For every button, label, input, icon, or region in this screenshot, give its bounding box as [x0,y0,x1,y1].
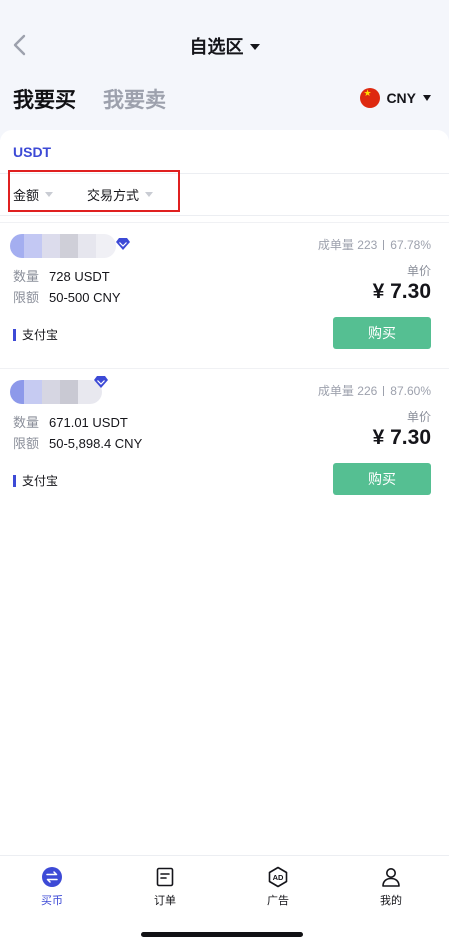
zone-selector[interactable]: 自选区 [0,33,449,59]
currency-selector[interactable]: CNY [360,86,431,110]
payment-label: 支付宝 [22,474,59,488]
payment-marker [13,328,16,341]
payment-method-filter[interactable]: 交易方式 [87,185,154,204]
payment-label: 支付宝 [22,328,59,342]
trade-count: 223 [357,238,378,252]
quantity-value: 671.01 USDT [49,415,128,430]
caret-down-icon [249,44,260,50]
completion-rate: 67.78% [390,238,431,252]
payment-marker [13,474,16,487]
payment-method: 支付宝 [13,326,58,343]
verified-diamond-icon [116,238,130,250]
trade-stats: 成单量 226 87.60% [318,382,431,399]
tab-sell[interactable]: 我要卖 [103,84,166,114]
limit-value: 50-5,898.4 CNY [49,436,143,451]
caret-down-icon [145,192,154,197]
price-value: ¥ 7.30 [372,426,431,449]
home-indicator [141,932,303,937]
trade-stats: 成单量 223 67.78% [318,236,431,253]
trades-label: 成单量 [317,238,354,252]
quantity-label: 数量 [13,415,40,430]
limit-value: 50-500 CNY [49,290,121,305]
nav-item-profile[interactable]: 我的 [361,866,421,908]
profile-icon [382,868,400,887]
order-icon [156,867,174,887]
limit-label: 限额 [13,290,40,305]
divider [0,215,449,216]
limit-row: 限额 50-5,898.4 CNY [13,433,142,452]
svg-text:AD: AD [273,873,284,882]
merchant-name-blurred [10,234,116,258]
bottom-navigation: 买币 订单 AD 广告 我的 [0,855,449,941]
trades-label: 成单量 [317,384,354,398]
trade-count: 226 [357,384,378,398]
currency-label: CNY [386,90,416,106]
payment-method: 支付宝 [13,472,58,489]
tab-usdt[interactable]: USDT [13,144,51,160]
offer-card: 成单量 223 67.78% 数量 728 USDT 限额 50-500 CNY 单价… [0,222,449,368]
payment-method-filter-label: 交易方式 [87,188,140,203]
buy-button[interactable]: 购买 [333,463,431,495]
price-label: 单价 [406,410,431,424]
china-flag-icon [360,88,381,108]
price-value: ¥ 7.30 [372,280,431,303]
limit-label: 限额 [13,436,40,451]
offer-card: 成单量 226 87.60% 数量 671.01 USDT 限额 50-5,898.4… [0,368,449,514]
nav-label: 我的 [380,895,402,907]
completion-rate: 87.60% [390,384,431,398]
filter-bar-highlighted: 金额 交易方式 [8,170,180,212]
quantity-label: 数量 [13,269,40,284]
nav-label: 广告 [267,895,289,907]
quantity-row: 数量 728 USDT [13,266,110,285]
buy-button[interactable]: 购买 [333,317,431,349]
page-title: 自选区 [189,37,244,57]
quantity-row: 数量 671.01 USDT [13,412,128,431]
quantity-value: 728 USDT [49,269,110,284]
amount-filter[interactable]: 金额 [13,185,54,204]
nav-item-orders[interactable]: 订单 [135,866,195,908]
nav-item-buy-coin[interactable]: 买币 [22,866,82,908]
tab-buy[interactable]: 我要买 [13,84,76,114]
price-label: 单价 [406,264,431,278]
caret-down-icon [45,192,54,197]
navigation-bar: 自选区 [0,24,449,66]
nav-item-ads[interactable]: AD 广告 [248,866,308,908]
nav-label: 买币 [41,895,63,907]
exchange-icon [42,867,62,887]
offer-panel: USDT 金额 交易方式 成单量 223 67.78% 数量 728 USDT … [0,130,449,941]
header-background [0,0,449,140]
limit-row: 限额 50-500 CNY [13,287,121,306]
ad-icon: AD [268,866,288,888]
divider [0,222,449,223]
nav-label: 订单 [154,895,176,907]
caret-down-icon [423,95,431,101]
merchant-name-blurred [10,380,102,404]
divider [0,368,449,369]
amount-filter-label: 金额 [13,188,40,203]
verified-diamond-icon [94,376,108,388]
